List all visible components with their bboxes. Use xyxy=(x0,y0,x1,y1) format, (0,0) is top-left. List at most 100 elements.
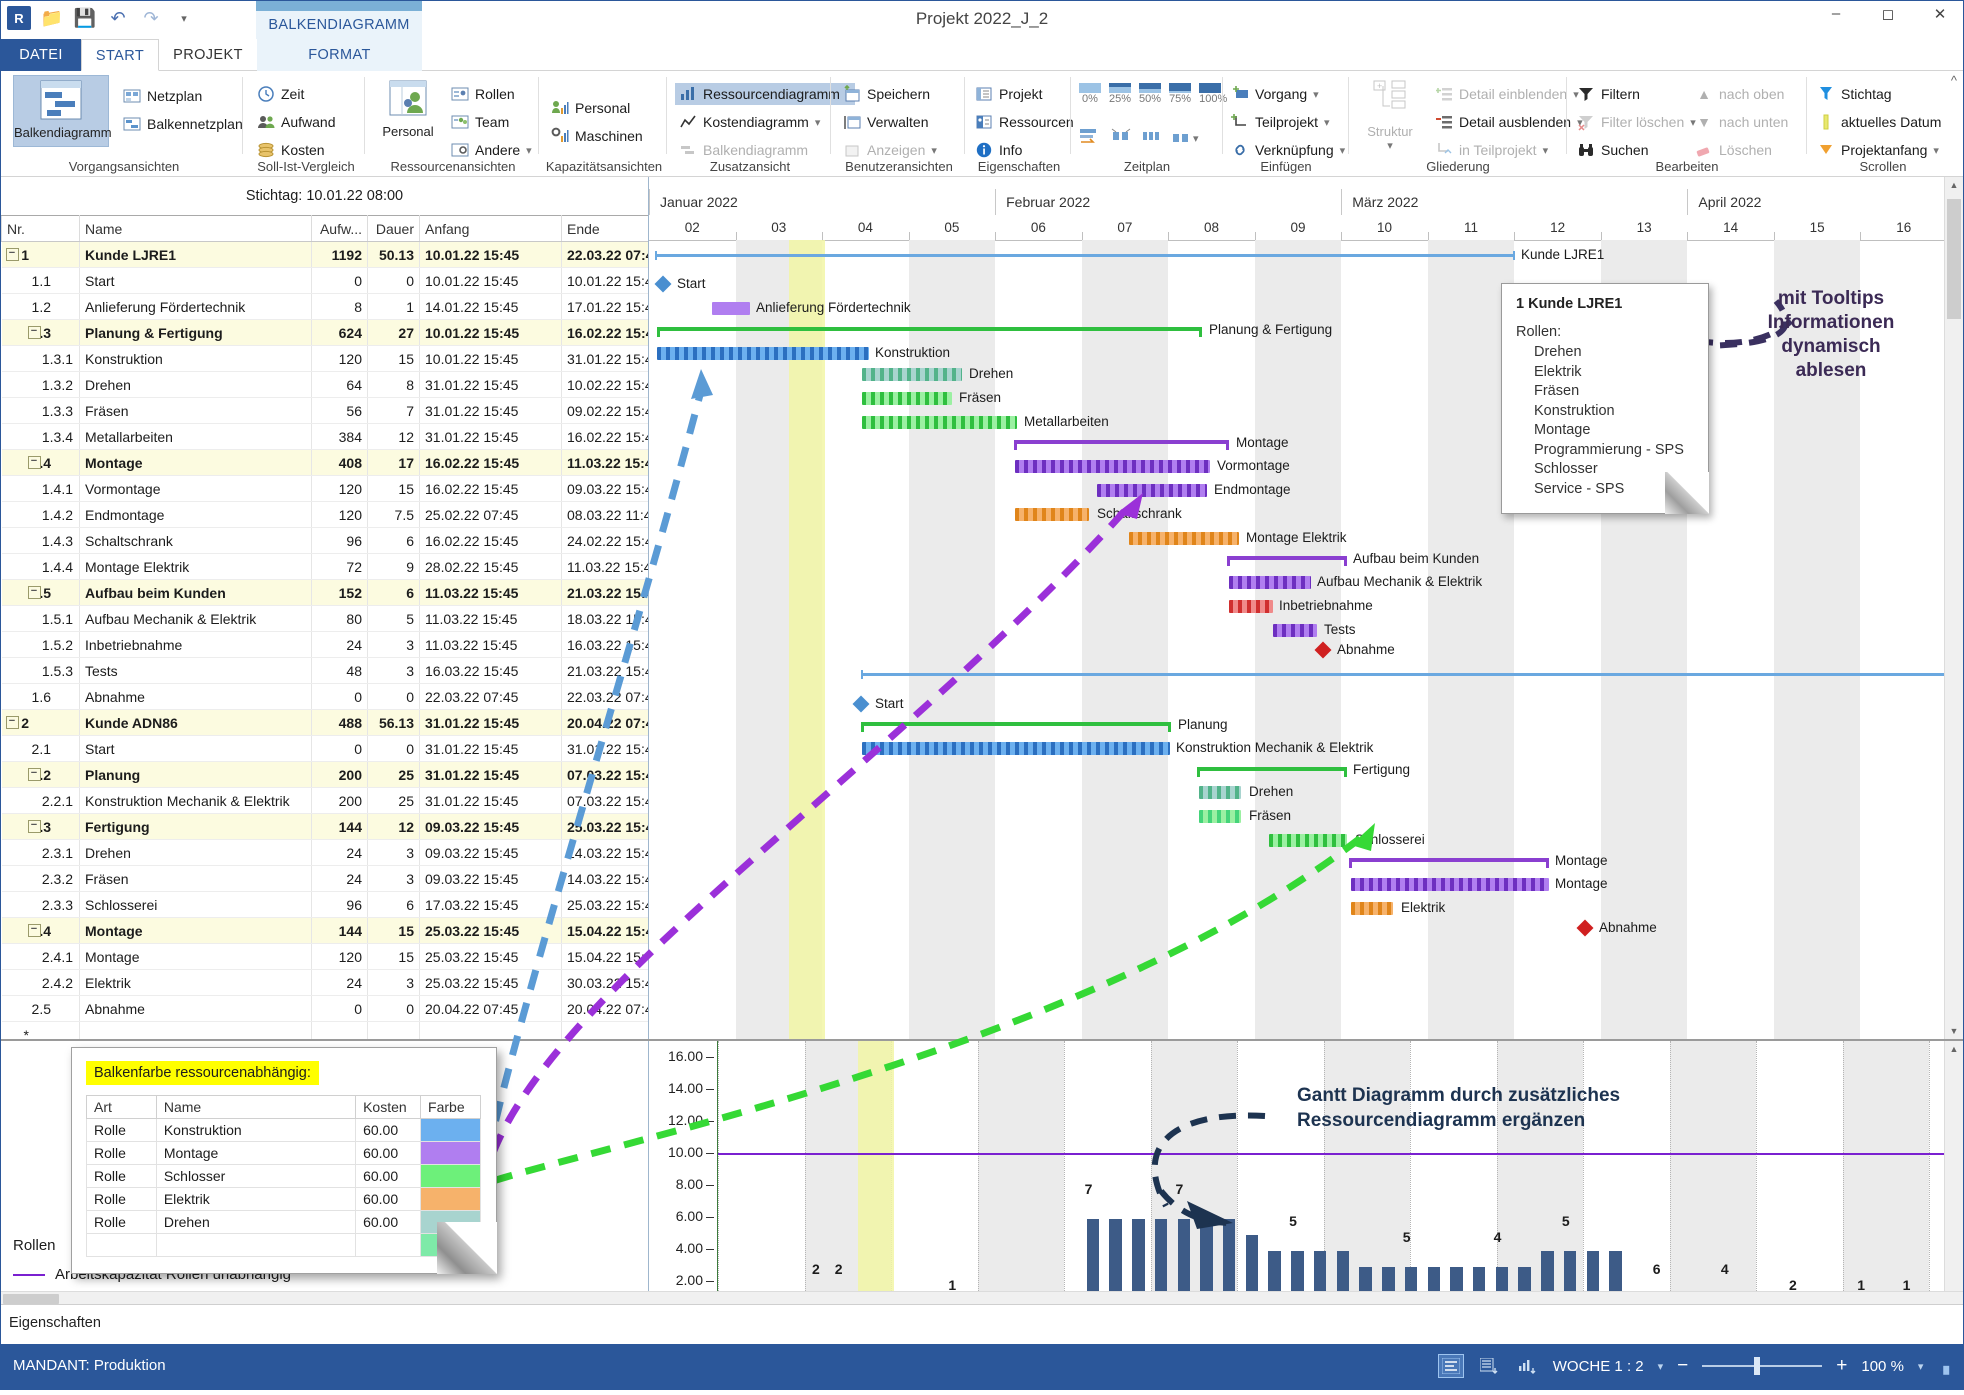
row-expander[interactable]: − xyxy=(27,456,41,469)
speichern-view-button[interactable]: Speichern xyxy=(843,83,930,105)
zoom-out-button[interactable]: − xyxy=(1677,1355,1688,1377)
gantt-bar-montage-elektrik[interactable] xyxy=(1129,532,1239,545)
gantt-summary-fertigung[interactable] xyxy=(1197,767,1347,777)
gantt-bar-tests[interactable] xyxy=(1273,624,1317,637)
personal-view-button[interactable]: Personal xyxy=(369,75,447,139)
table-row[interactable]: −2.4 Montage 144 15 25.03.22 15:45 15.04.22 1… xyxy=(1,917,648,944)
col-aufwand[interactable]: Aufw... xyxy=(311,215,368,242)
scroll-up-icon[interactable]: ▲ xyxy=(1945,1041,1963,1057)
minimize-button[interactable]: – xyxy=(1823,5,1849,23)
chevron-down-icon[interactable]: ▾ xyxy=(1933,144,1939,157)
zoom-slider-thumb[interactable] xyxy=(1754,1357,1761,1375)
table-row[interactable]: 1.5.3 Tests48316.03.22 15:4521.03.22 15:4… xyxy=(1,657,648,684)
gantt-bar-metallarbeiten[interactable] xyxy=(862,416,1017,429)
row-expander[interactable]: − xyxy=(5,248,19,261)
gantt-bar-montage-2[interactable] xyxy=(1351,878,1549,891)
table-row[interactable]: −2 Kunde ADN86 488 56.13 31.01.22 15:45 20.04… xyxy=(1,709,648,736)
chart-view-icon[interactable] xyxy=(1515,1355,1539,1377)
table-row[interactable]: 1.4.1 Vormontage 120 15 16.02.22 15:45 09.03.… xyxy=(1,475,648,502)
split-view-icon[interactable] xyxy=(1437,1354,1464,1378)
gantt-bar-aufbau-mechanik[interactable] xyxy=(1229,576,1311,589)
verwalten-button[interactable]: Verwalten xyxy=(843,111,928,133)
suchen-button[interactable]: Suchen xyxy=(1577,139,1648,161)
tab-format[interactable]: FORMAT xyxy=(257,39,422,71)
table-row[interactable]: 2.3.2 Fräsen 24 3 09.03.22 15:45 14.03.22 15:… xyxy=(1,865,648,892)
resource-vertical-scrollbar[interactable]: ▲ ▼ xyxy=(1944,1041,1963,1331)
zoom-in-button[interactable]: + xyxy=(1836,1355,1847,1377)
close-button[interactable]: ✕ xyxy=(1927,5,1953,23)
table-row[interactable]: 1.4.2 Endmontage 120 7.5 25.02.22 07:45 08.03… xyxy=(1,501,648,528)
row-expander[interactable]: − xyxy=(27,924,41,937)
table-row[interactable]: 1.6Abnahme0022.03.22 07:4522.03.22 07:45 xyxy=(1,683,648,710)
netzplan-button[interactable]: Netzplan xyxy=(123,85,202,107)
align-right-icon[interactable]: ▾ xyxy=(1171,129,1199,147)
rollen-button[interactable]: Rollen xyxy=(451,83,515,105)
table-row[interactable]: 2.4.2 Elektrik 24 3 25.03.22 15:45 30.03.22 1… xyxy=(1,969,648,996)
progress-25-button[interactable]: 25% xyxy=(1109,83,1131,105)
gantt-bar-drehen-1[interactable] xyxy=(862,368,962,381)
col-anfang[interactable]: Anfang xyxy=(419,215,562,242)
table-row[interactable]: −1.3 Planung & Fertigung 624 27 10.01.22 15:… xyxy=(1,319,648,346)
color-card-row[interactable] xyxy=(86,1233,481,1257)
tab-start[interactable]: START xyxy=(81,39,159,71)
chevron-down-icon[interactable]: ▾ xyxy=(1340,144,1346,157)
aktuelles-datum-button[interactable]: aktuelles Datum xyxy=(1817,111,1941,133)
kosten-button[interactable]: Kosten xyxy=(257,139,325,161)
zoom-chevron-icon[interactable]: ▾ xyxy=(1918,1360,1924,1373)
milestone-start-2[interactable] xyxy=(852,695,870,713)
table-row[interactable]: −1 Kunde LJRE1 1192 50.13 10.01.22 15:45 22.0… xyxy=(1,241,648,268)
progress-0-button[interactable]: 0% xyxy=(1079,83,1101,105)
milestone-abnahme-2[interactable] xyxy=(1576,919,1594,937)
gantt-summary-planung-2[interactable] xyxy=(861,722,1171,732)
table-row[interactable]: −2.2 Planung 200 25 31.01.22 15:45 07.03.22 1… xyxy=(1,761,648,788)
table-row[interactable]: 1.3.3 Fräsen 56 7 31.01.22 15:45 09.02.22 15:… xyxy=(1,397,648,424)
detail-ausblenden-button[interactable]: Detail ausblenden ▾ xyxy=(1435,111,1583,133)
gantt-summary-montage-1[interactable] xyxy=(1014,440,1229,450)
gantt-bar-fraesen-1[interactable] xyxy=(862,392,952,405)
balkennetzplan-button[interactable]: Balkennetzplan xyxy=(123,113,243,135)
table-row[interactable]: 2.4.1 Montage 120 15 25.03.22 15:45 15.04.22 … xyxy=(1,943,648,970)
gantt-bar-konstruktion-me[interactable] xyxy=(862,742,1170,755)
scroll-up-icon[interactable]: ▲ xyxy=(1945,177,1963,193)
gantt-summary-aufbau[interactable] xyxy=(1227,556,1347,566)
gantt-bar-drehen-2[interactable] xyxy=(1199,786,1241,799)
personal-capacity-button[interactable]: Personal xyxy=(551,97,630,119)
shift-task-icon[interactable] xyxy=(1079,127,1101,149)
teilprojekt-button[interactable]: Teilprojekt ▾ xyxy=(1231,111,1330,133)
gantt-bar-inbetriebnahme[interactable] xyxy=(1229,600,1273,613)
ressourcen-props-button[interactable]: Ressourcen xyxy=(975,111,1074,133)
gantt-bar-vormontage[interactable] xyxy=(1015,460,1210,473)
team-button[interactable]: Team xyxy=(451,111,509,133)
gantt-bar-elektrik-2[interactable] xyxy=(1351,902,1393,915)
chevron-down-icon[interactable]: ▾ xyxy=(815,116,821,129)
table-row[interactable]: 1.5.2 Inbetriebnahme 24 3 11.03.22 15:45 16.0… xyxy=(1,631,648,658)
vorgang-button[interactable]: Vorgang ▾ xyxy=(1231,83,1319,105)
gantt-summary-montage-2[interactable] xyxy=(1349,858,1549,868)
table-row[interactable]: 1.2 Anlieferung Fördertechnik 8 1 14.01.22 1… xyxy=(1,293,648,320)
color-card-row[interactable]: Rolle Montage 60.00 xyxy=(86,1141,481,1165)
table-row[interactable]: 1.3.1 Konstruktion 120 15 10.01.22 15:45 31.0… xyxy=(1,345,648,372)
hscroll-thumb[interactable] xyxy=(3,1294,59,1304)
progress-75-button[interactable]: 75% xyxy=(1169,83,1191,105)
table-row[interactable]: −1.4 Montage 408 17 16.02.22 15:45 11.03.22 1… xyxy=(1,449,648,476)
gantt-bar-schlosserei[interactable] xyxy=(1269,834,1347,847)
table-row[interactable]: 2.3.1 Drehen 24 3 09.03.22 15:45 14.03.22 15:… xyxy=(1,839,648,866)
table-row[interactable]: * xyxy=(1,1021,648,1039)
row-expander[interactable]: − xyxy=(27,768,41,781)
table-row[interactable]: 2.3.3 Schlosserei 96 6 17.03.22 15:45 25.03.2… xyxy=(1,891,648,918)
row-expander[interactable]: − xyxy=(27,820,41,833)
andere-button[interactable]: Andere ▾ xyxy=(451,139,532,161)
projekt-props-button[interactable]: Projekt xyxy=(975,83,1043,105)
scroll-thumb[interactable] xyxy=(1947,199,1961,319)
projektanfang-button[interactable]: Projektanfang ▾ xyxy=(1817,139,1939,161)
color-card-row[interactable]: Rolle Drehen 60.00 xyxy=(86,1210,481,1234)
chevron-down-icon[interactable]: ▾ xyxy=(1313,88,1319,101)
table-row[interactable]: 2.5Abnahme0020.04.22 07:4520.04.22 07:45 xyxy=(1,995,648,1022)
table-row[interactable]: 2.1Start0031.01.22 15:4531.01.22 15:45 xyxy=(1,735,648,762)
scroll-down-icon[interactable]: ▼ xyxy=(1945,1023,1963,1039)
col-name[interactable]: Name xyxy=(79,215,312,242)
chevron-down-icon[interactable]: ▾ xyxy=(1324,116,1330,129)
filtern-button[interactable]: Filtern xyxy=(1577,83,1640,105)
chevron-down-icon[interactable]: ▾ xyxy=(526,144,532,157)
gantt-summary-planung-fertigung[interactable] xyxy=(657,327,1202,337)
